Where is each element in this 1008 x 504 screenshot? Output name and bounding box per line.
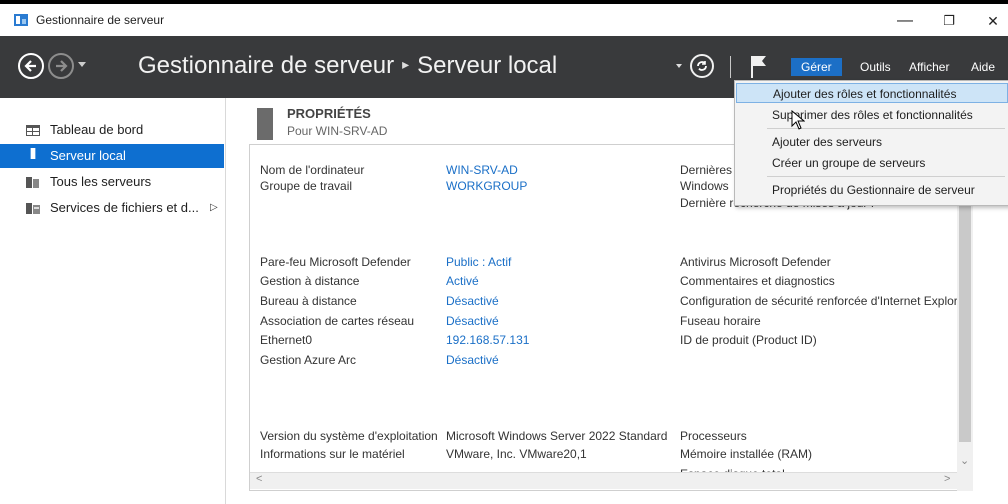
back-button[interactable] bbox=[18, 53, 44, 79]
menu-outils[interactable]: Outils bbox=[860, 60, 891, 74]
refresh-dropdown-icon[interactable] bbox=[676, 64, 682, 68]
prop-key: Gestion Azure Arc bbox=[260, 353, 357, 367]
breadcrumb-current: Serveur local bbox=[417, 52, 558, 79]
prop-value-link[interactable]: 192.168.57.131 bbox=[446, 333, 529, 347]
header-divider bbox=[730, 56, 731, 78]
scroll-down-arrow-icon[interactable]: ⌄ bbox=[960, 454, 969, 467]
restore-button[interactable]: ❐ bbox=[932, 10, 966, 32]
menu-item-label: Ajouter des rôles et fonctionnalités bbox=[773, 87, 957, 101]
minimize-button[interactable]: — bbox=[888, 10, 922, 32]
menu-afficher[interactable]: Afficher bbox=[909, 60, 949, 74]
prop-key: Mémoire installée (RAM) bbox=[680, 447, 813, 461]
gerer-dropdown-menu: Ajouter des rôles et fonctionnalités Sup… bbox=[734, 80, 1008, 206]
prop-key: Informations sur le matériel bbox=[260, 447, 405, 461]
scroll-left-arrow-icon[interactable]: < bbox=[256, 473, 262, 485]
breadcrumb-separator-icon: ▸ bbox=[402, 56, 410, 72]
menu-item-server-manager-properties[interactable]: Propriétés du Gestionnaire de serveur bbox=[736, 180, 1008, 200]
arrow-left-icon bbox=[24, 60, 36, 72]
prop-key: Windows bbox=[680, 179, 729, 193]
horizontal-scrollbar[interactable]: < > bbox=[250, 472, 957, 489]
prop-key: Antivirus Microsoft Defender bbox=[680, 255, 831, 269]
prop-value-link[interactable]: Désactivé bbox=[446, 353, 499, 367]
scrollbar-thumb[interactable] bbox=[959, 192, 971, 442]
forward-button[interactable] bbox=[48, 53, 74, 79]
prop-key: Pare-feu Microsoft Defender bbox=[260, 255, 411, 269]
sidebar-item-dashboard[interactable]: Tableau de bord bbox=[0, 118, 224, 142]
prop-value-link[interactable]: WIN-SRV-AD bbox=[446, 163, 518, 177]
prop-key: Dernières bbox=[680, 163, 733, 177]
sidebar-item-label: Serveur local bbox=[50, 148, 126, 163]
expand-arrow-icon[interactable]: ▷ bbox=[210, 196, 218, 220]
menu-item-label: Créer un groupe de serveurs bbox=[772, 156, 926, 170]
window-titlebar: Gestionnaire de serveur — ❐ ✕ bbox=[0, 6, 1008, 37]
menu-aide[interactable]: Aide bbox=[971, 60, 995, 74]
prop-key: Association de cartes réseau bbox=[260, 314, 415, 328]
refresh-icon bbox=[697, 61, 707, 71]
prop-key: Processeurs bbox=[680, 429, 747, 443]
scroll-right-arrow-icon[interactable]: > bbox=[944, 473, 950, 485]
prop-key: Groupe de travail bbox=[260, 179, 353, 193]
menu-item-add-servers[interactable]: Ajouter des serveurs bbox=[736, 132, 1008, 152]
menu-item-create-server-group[interactable]: Créer un groupe de serveurs bbox=[736, 153, 1008, 173]
prop-key: Ethernet0 bbox=[260, 333, 313, 347]
sidebar-item-local-server[interactable]: Serveur local bbox=[0, 144, 224, 168]
prop-key: Commentaires et diagnostics bbox=[680, 274, 835, 288]
server-icon bbox=[30, 148, 36, 159]
prop-value-link[interactable]: Activé bbox=[446, 274, 479, 288]
breadcrumb-root[interactable]: Gestionnaire de serveur bbox=[138, 52, 394, 79]
menu-item-remove-roles[interactable]: Supprimer des rôles et fonctionnalités bbox=[736, 105, 1008, 125]
history-dropdown-icon[interactable] bbox=[78, 62, 86, 67]
sidebar: Tableau de bord Serveur local Tous les s… bbox=[0, 98, 226, 504]
sidebar-item-all-servers[interactable]: Tous les serveurs bbox=[0, 170, 224, 194]
menu-item-label: Ajouter des serveurs bbox=[772, 135, 883, 149]
sidebar-item-label: Tous les serveurs bbox=[50, 174, 152, 189]
menu-item-label: Propriétés du Gestionnaire de serveur bbox=[772, 183, 975, 197]
prop-key: ID de produit (Product ID) bbox=[680, 333, 817, 347]
mouse-cursor-icon bbox=[791, 110, 805, 130]
arrow-right-icon bbox=[56, 60, 68, 72]
file-services-icon bbox=[26, 203, 40, 214]
prop-value-link[interactable]: Désactivé bbox=[446, 294, 499, 308]
servers-icon bbox=[26, 177, 39, 188]
close-button[interactable]: ✕ bbox=[976, 10, 1008, 32]
prop-value: Microsoft Windows Server 2022 Standard bbox=[446, 429, 668, 443]
prop-value-link[interactable]: Public : Actif bbox=[446, 255, 511, 269]
server-manager-app-icon bbox=[14, 14, 28, 26]
prop-key: Configuration de sécurité renforcée d'In… bbox=[680, 294, 965, 308]
prop-value-link[interactable]: Désactivé bbox=[446, 314, 499, 328]
prop-key: Fuseau horaire bbox=[680, 314, 761, 328]
sidebar-item-label: Services de fichiers et d... bbox=[50, 200, 199, 215]
breadcrumb: Gestionnaire de serveur ▸ Serveur local bbox=[138, 52, 557, 80]
prop-key: Nom de l'ordinateur bbox=[260, 163, 365, 177]
notifications-flag-icon[interactable] bbox=[750, 54, 768, 78]
properties-subtitle: Pour WIN-SRV-AD bbox=[287, 124, 388, 138]
menu-gerer[interactable]: Gérer bbox=[791, 58, 842, 76]
prop-key: Version du système d'exploitation bbox=[260, 429, 438, 443]
menu-separator bbox=[767, 176, 1005, 177]
sidebar-item-file-services[interactable]: Services de fichiers et d... ▷ bbox=[0, 196, 224, 220]
prop-key: Bureau à distance bbox=[260, 294, 357, 308]
refresh-button[interactable] bbox=[690, 54, 714, 78]
dashboard-icon bbox=[26, 125, 40, 136]
menu-item-add-roles[interactable]: Ajouter des rôles et fonctionnalités bbox=[736, 83, 1008, 103]
prop-value-link[interactable]: WORKGROUP bbox=[446, 179, 527, 193]
sidebar-item-label: Tableau de bord bbox=[50, 122, 144, 137]
prop-value: VMware, Inc. VMware20,1 bbox=[446, 447, 587, 461]
server-tower-icon bbox=[257, 108, 273, 140]
prop-key: Gestion à distance bbox=[260, 274, 360, 288]
properties-title: PROPRIÉTÉS bbox=[287, 106, 371, 121]
window-title: Gestionnaire de serveur bbox=[36, 13, 165, 27]
